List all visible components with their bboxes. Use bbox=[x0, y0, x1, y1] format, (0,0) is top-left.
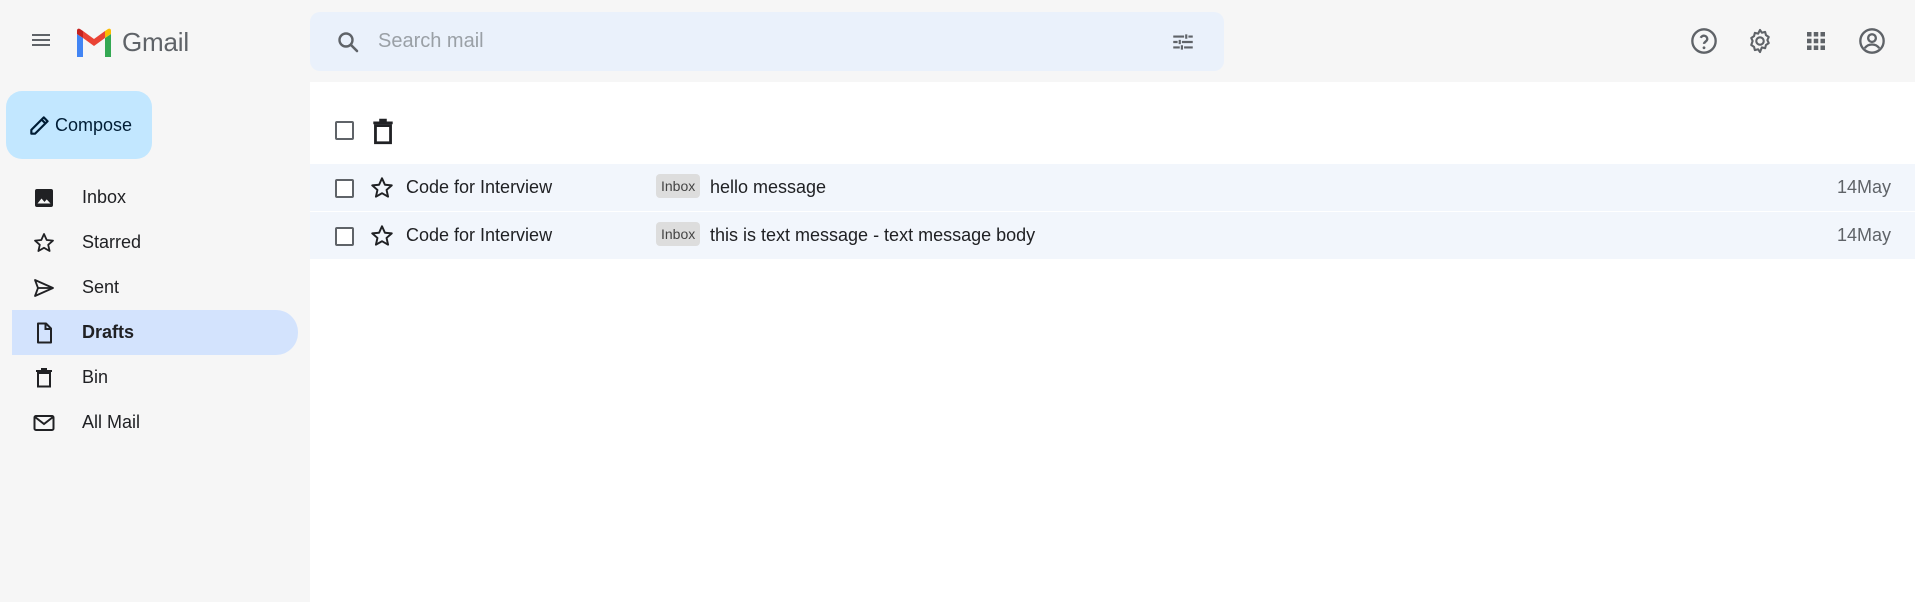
email-sender: Code for Interview bbox=[406, 177, 553, 197]
sidebar-item-label: All Mail bbox=[82, 412, 141, 432]
settings-gear-icon bbox=[1750, 28, 1770, 54]
star-icon bbox=[34, 233, 54, 252]
account-icon bbox=[1859, 28, 1885, 54]
search-options-icon[interactable] bbox=[1170, 29, 1196, 55]
sidebar-item-label: Inbox bbox=[82, 187, 127, 207]
email-row-checkbox[interactable] bbox=[335, 179, 354, 198]
sidebar-item-all-mail[interactable]: All Mail bbox=[12, 400, 298, 445]
email-subject: hello message bbox=[710, 177, 827, 197]
account-button[interactable] bbox=[1857, 24, 1887, 58]
email-subject: this is text message - text message body bbox=[710, 225, 1036, 245]
main-menu-button[interactable] bbox=[24, 23, 58, 57]
trash-icon bbox=[36, 368, 52, 388]
sidebar-item-bin[interactable]: Bin bbox=[12, 355, 298, 400]
sidebar-item-drafts[interactable]: Drafts bbox=[12, 310, 298, 355]
search-input[interactable] bbox=[376, 20, 1140, 63]
apps-grid-icon bbox=[1807, 32, 1825, 50]
star-icon[interactable] bbox=[369, 175, 395, 201]
apps-button[interactable] bbox=[1801, 24, 1831, 58]
email-label-chip: Inbox bbox=[656, 174, 701, 198]
hamburger-menu-icon bbox=[32, 34, 50, 46]
sidebar-item-starred[interactable]: Starred bbox=[12, 220, 298, 265]
image-icon bbox=[35, 189, 53, 207]
sidebar-item-sent[interactable]: Sent bbox=[12, 265, 298, 310]
header-actions bbox=[1689, 24, 1887, 58]
sidebar: Compose Inbox Starred Sent Drafts Bin Al… bbox=[0, 82, 308, 602]
draft-icon bbox=[37, 322, 52, 344]
email-row[interactable]: Code for Interview Inbox this is text me… bbox=[310, 212, 1915, 260]
sidebar-item-inbox[interactable]: Inbox bbox=[12, 175, 298, 220]
top-header: Gmail bbox=[0, 0, 1915, 82]
sidebar-item-label: Starred bbox=[82, 232, 142, 252]
compose-button[interactable]: Compose bbox=[6, 91, 152, 159]
search-bar bbox=[310, 12, 1224, 71]
sidebar-item-label: Drafts bbox=[82, 322, 135, 342]
help-icon bbox=[1691, 28, 1717, 54]
email-list: Code for Interview Inbox hello message 1… bbox=[310, 164, 1915, 260]
send-icon bbox=[34, 279, 54, 297]
sidebar-nav: Inbox Starred Sent Drafts Bin All Mail bbox=[12, 175, 298, 445]
email-row[interactable]: Code for Interview Inbox hello message 1… bbox=[310, 164, 1915, 212]
email-label-chip: Inbox bbox=[656, 222, 701, 246]
gmail-logo[interactable]: Gmail bbox=[74, 24, 189, 60]
pencil-icon bbox=[30, 116, 49, 135]
help-button[interactable] bbox=[1689, 24, 1719, 58]
mail-toolbar bbox=[310, 82, 1915, 164]
email-date: 14May bbox=[1836, 177, 1891, 197]
email-sender: Code for Interview bbox=[406, 225, 553, 245]
star-icon[interactable] bbox=[369, 223, 395, 249]
search-icon[interactable] bbox=[334, 28, 362, 56]
settings-button[interactable] bbox=[1745, 24, 1775, 58]
delete-trash-icon[interactable] bbox=[370, 118, 396, 146]
email-date: 14May bbox=[1836, 225, 1891, 245]
mail-icon bbox=[33, 415, 55, 431]
app-name: Gmail bbox=[122, 26, 189, 57]
sidebar-item-label: Bin bbox=[82, 367, 109, 387]
select-all-checkbox[interactable] bbox=[335, 121, 354, 140]
compose-label: Compose bbox=[55, 114, 133, 135]
email-row-checkbox[interactable] bbox=[335, 227, 354, 246]
mail-list-panel: Code for Interview Inbox hello message 1… bbox=[310, 82, 1915, 602]
gmail-m-icon bbox=[77, 28, 111, 57]
sidebar-item-label: Sent bbox=[82, 277, 120, 297]
